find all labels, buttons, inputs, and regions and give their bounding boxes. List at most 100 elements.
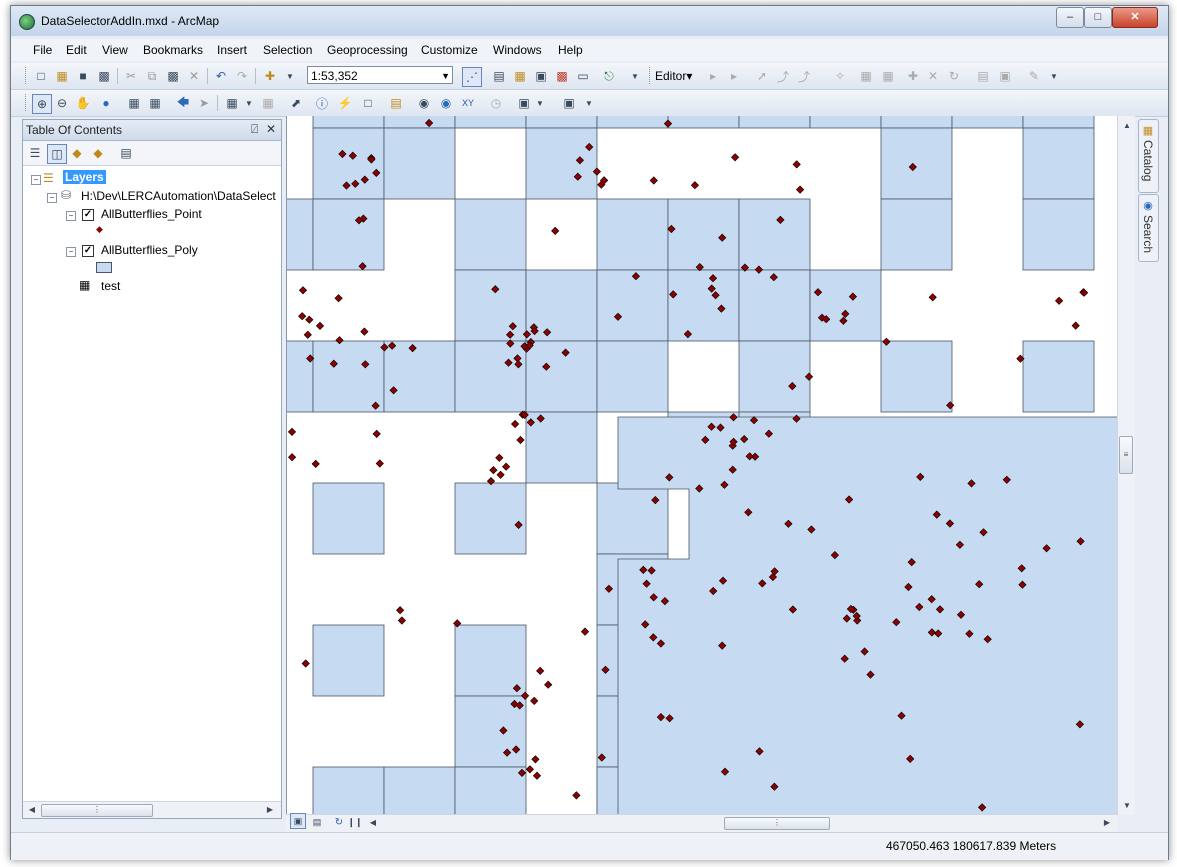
grid-polygon[interactable] bbox=[383, 116, 456, 129]
scroll-left-icon[interactable]: ◀ bbox=[364, 813, 382, 831]
grid-polygon[interactable] bbox=[951, 116, 1024, 129]
grid-polygon[interactable] bbox=[880, 116, 953, 129]
layers-label[interactable]: Layers bbox=[63, 170, 106, 184]
pause-drawing-icon[interactable]: ❙❙ bbox=[346, 813, 364, 831]
editor-menu-button[interactable]: Editor▾ bbox=[655, 69, 692, 83]
search-window-icon[interactable]: ▣ bbox=[532, 67, 550, 85]
grid-polygon[interactable] bbox=[880, 127, 953, 200]
go-to-xy-icon[interactable]: XY bbox=[459, 94, 477, 112]
print-icon[interactable]: ▩ bbox=[95, 67, 113, 85]
pan-icon[interactable]: ✋ bbox=[74, 94, 92, 112]
butterfly-point[interactable] bbox=[489, 465, 498, 475]
new-document-icon[interactable]: □ bbox=[32, 67, 50, 85]
select-features-icon[interactable]: ▦ bbox=[223, 94, 241, 112]
toolbar-options-icon[interactable]: ▼ bbox=[580, 94, 598, 112]
back-extent-icon[interactable]: 🡄 bbox=[174, 94, 192, 112]
straight-segment-icon[interactable]: ➚ bbox=[753, 67, 771, 85]
table-of-contents-icon[interactable]: ▤ bbox=[490, 67, 508, 85]
chevron-down-icon[interactable]: ▼ bbox=[240, 94, 258, 112]
butterfly-point[interactable] bbox=[510, 419, 520, 429]
arctoolbox-icon[interactable]: ▩ bbox=[553, 67, 571, 85]
map-vertical-scrollbar[interactable]: ▲ ≡ ▼ bbox=[1117, 116, 1135, 815]
toolbar-grip[interactable] bbox=[649, 67, 653, 84]
polygon-symbol-icon[interactable] bbox=[96, 262, 112, 273]
maximize-button[interactable]: □ bbox=[1084, 7, 1112, 28]
grid-polygon[interactable] bbox=[738, 269, 811, 342]
collapse-datasource-icon[interactable]: − bbox=[47, 193, 57, 203]
grid-polygon[interactable] bbox=[809, 269, 882, 342]
datasource-path[interactable]: H:\Dev\LERCAutomation\DataSelect bbox=[81, 189, 276, 203]
butterfly-point[interactable] bbox=[792, 160, 801, 169]
butterfly-point[interactable] bbox=[516, 435, 525, 445]
toolbar-grip[interactable] bbox=[25, 67, 29, 84]
table-name[interactable]: test bbox=[101, 279, 120, 293]
toc-scroll-thumb[interactable]: ⋮ bbox=[41, 804, 153, 817]
hyperlink-icon[interactable]: ⚡ bbox=[336, 94, 354, 112]
grid-polygon[interactable] bbox=[454, 340, 527, 413]
toc-horizontal-scrollbar[interactable]: ◀ ⋮ ▶ bbox=[23, 801, 281, 818]
forward-extent-icon[interactable]: ➤ bbox=[195, 94, 213, 112]
clear-selection-icon[interactable]: ▦ bbox=[259, 94, 277, 112]
list-by-visibility-icon[interactable]: ◆ bbox=[68, 144, 86, 162]
editor-toolbar-toggle-icon[interactable]: ⋰ bbox=[462, 67, 482, 87]
list-by-drawing-order-icon[interactable]: ☰ bbox=[26, 144, 44, 162]
create-features-icon[interactable]: ✎ bbox=[1025, 67, 1043, 85]
fixed-zoom-in-icon[interactable]: ▦ bbox=[125, 94, 143, 112]
chevron-down-icon[interactable]: ▼ bbox=[281, 67, 299, 85]
minimize-button[interactable]: – bbox=[1056, 7, 1084, 28]
grid-polygon[interactable] bbox=[738, 340, 811, 413]
menu-windows[interactable]: Windows bbox=[493, 43, 542, 57]
zoom-in-icon[interactable]: ⊕ bbox=[32, 94, 52, 114]
undo-icon[interactable]: ↶ bbox=[212, 67, 230, 85]
redo-icon[interactable]: ↷ bbox=[233, 67, 251, 85]
python-window-icon[interactable]: ▭ bbox=[574, 67, 592, 85]
point-layer-name[interactable]: AllButterflies_Point bbox=[101, 207, 202, 221]
butterfly-point[interactable] bbox=[375, 459, 384, 468]
find-route-icon[interactable]: ◉ bbox=[437, 94, 455, 112]
cut-polygons-icon[interactable]: ✚ bbox=[904, 67, 922, 85]
menu-insert[interactable]: Insert bbox=[217, 43, 247, 57]
butterfly-point[interactable] bbox=[1071, 321, 1080, 330]
butterfly-point[interactable] bbox=[551, 226, 560, 236]
reshape-icon[interactable]: ▦ bbox=[879, 67, 897, 85]
grid-polygon[interactable] bbox=[880, 198, 953, 271]
scroll-right-icon[interactable]: ▶ bbox=[1098, 813, 1116, 831]
grid-polygon[interactable] bbox=[596, 116, 669, 129]
butterfly-point[interactable] bbox=[1054, 296, 1064, 305]
toolbar-grip[interactable] bbox=[25, 94, 29, 111]
delete-icon[interactable]: ✕ bbox=[185, 67, 203, 85]
scroll-down-icon[interactable]: ▼ bbox=[1118, 796, 1136, 814]
save-icon[interactable]: ■ bbox=[74, 67, 92, 85]
grid-polygon[interactable] bbox=[738, 116, 811, 129]
menu-view[interactable]: View bbox=[102, 43, 128, 57]
grid-polygon[interactable] bbox=[667, 269, 740, 342]
grid-polygon[interactable] bbox=[312, 127, 385, 200]
trace-icon[interactable]: ⤴ bbox=[795, 67, 813, 85]
point-layer-visibility-checkbox[interactable]: ✓ bbox=[82, 209, 94, 221]
end-point-arc-icon[interactable]: ⤴ bbox=[774, 67, 792, 85]
point-symbol-icon[interactable]: ◆ bbox=[96, 224, 103, 235]
butterfly-point[interactable] bbox=[301, 659, 310, 668]
grid-polygon[interactable] bbox=[525, 116, 598, 129]
annotation-edit-icon[interactable]: ▸ bbox=[725, 67, 743, 85]
grid-polygon[interactable] bbox=[1022, 116, 1095, 129]
grid-polygon[interactable] bbox=[596, 340, 669, 413]
butterfly-point[interactable] bbox=[580, 627, 590, 636]
map-scale-combobox[interactable]: 1:53,352 ▼ bbox=[307, 66, 453, 84]
sketch-properties-icon[interactable]: ▣ bbox=[996, 67, 1014, 85]
grid-polygon[interactable] bbox=[312, 482, 385, 555]
html-popup-icon[interactable]: □ bbox=[359, 94, 377, 112]
data-view-icon[interactable]: ▣ bbox=[290, 813, 306, 829]
butterfly-point[interactable] bbox=[536, 666, 545, 676]
butterfly-point[interactable] bbox=[298, 286, 308, 295]
open-folder-icon[interactable]: ▦ bbox=[53, 67, 71, 85]
butterfly-point[interactable] bbox=[287, 427, 297, 437]
grid-polygon[interactable] bbox=[312, 766, 385, 815]
attributes-icon[interactable]: ▤ bbox=[974, 67, 992, 85]
grid-polygon[interactable] bbox=[667, 198, 740, 271]
butterfly-point[interactable] bbox=[690, 181, 700, 190]
poly-layer-name[interactable]: AllButterflies_Poly bbox=[101, 243, 198, 257]
grid-polygon[interactable] bbox=[525, 127, 598, 200]
chevron-down-icon[interactable]: ▼ bbox=[531, 94, 549, 112]
butterfly-point[interactable] bbox=[315, 321, 325, 331]
